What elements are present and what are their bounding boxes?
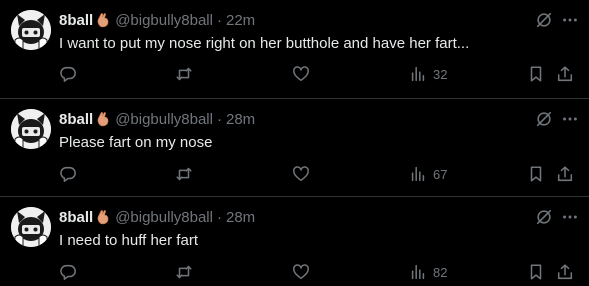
post-header: 8ball @bigbully8ball · 22m bbox=[59, 10, 529, 30]
repost-button[interactable] bbox=[175, 262, 193, 282]
repost-icon bbox=[175, 65, 193, 83]
user-handle[interactable]: @bigbully8ball bbox=[115, 209, 213, 226]
post-time[interactable]: 28m bbox=[226, 209, 255, 226]
share-icon bbox=[556, 65, 574, 83]
bookmark-icon bbox=[527, 165, 545, 183]
avatar[interactable] bbox=[11, 109, 51, 149]
reply-icon bbox=[59, 65, 77, 83]
action-bar: 67 bbox=[0, 164, 589, 184]
post-header: 8ball @bigbully8ball · 28m bbox=[59, 207, 529, 227]
post-text: I need to huff her fart bbox=[59, 232, 198, 249]
avatar-image bbox=[11, 207, 51, 247]
views-button[interactable]: 32 bbox=[409, 64, 447, 84]
display-name[interactable]: 8ball bbox=[59, 209, 93, 226]
post-time[interactable]: 28m bbox=[226, 111, 255, 128]
avatar[interactable] bbox=[11, 10, 51, 50]
post-time[interactable]: 22m bbox=[226, 12, 255, 29]
more-icon[interactable] bbox=[561, 110, 579, 128]
post[interactable]: 8ball @bigbully8ball · 22m I want to put… bbox=[0, 0, 589, 99]
user-handle[interactable]: @bigbully8ball bbox=[115, 12, 213, 29]
separator-dot: · bbox=[216, 110, 222, 128]
views-count: 82 bbox=[433, 264, 448, 280]
share-button[interactable] bbox=[556, 262, 574, 282]
separator-dot: · bbox=[216, 11, 222, 29]
avatar[interactable] bbox=[11, 207, 51, 247]
views-icon bbox=[409, 65, 427, 83]
avatar-image bbox=[11, 109, 51, 149]
reply-button[interactable] bbox=[59, 64, 77, 84]
reply-icon bbox=[59, 263, 77, 281]
views-count: 32 bbox=[433, 66, 448, 82]
like-button[interactable] bbox=[292, 64, 310, 84]
display-name[interactable]: 8ball bbox=[59, 111, 93, 128]
repost-icon bbox=[175, 165, 193, 183]
grok-icon[interactable] bbox=[535, 11, 553, 29]
action-bar: 32 bbox=[0, 64, 589, 84]
post-header: 8ball @bigbully8ball · 28m bbox=[59, 109, 529, 129]
share-icon bbox=[556, 165, 574, 183]
timeline-feed: 8ball @bigbully8ball · 22m I want to put… bbox=[0, 0, 589, 286]
repost-button[interactable] bbox=[175, 164, 193, 184]
pinched-hand-emoji-icon bbox=[95, 12, 111, 28]
reply-icon bbox=[59, 165, 77, 183]
grok-icon[interactable] bbox=[535, 208, 553, 226]
pinched-hand-emoji-icon bbox=[95, 111, 111, 127]
share-button[interactable] bbox=[556, 64, 574, 84]
post-text: I want to put my nose right on her butth… bbox=[59, 35, 470, 52]
avatar-image bbox=[11, 10, 51, 50]
post[interactable]: 8ball @bigbully8ball · 28m Please fart o… bbox=[0, 99, 589, 197]
heart-icon bbox=[292, 65, 310, 83]
heart-icon bbox=[292, 165, 310, 183]
display-name[interactable]: 8ball bbox=[59, 12, 93, 29]
views-count: 67 bbox=[433, 166, 448, 182]
more-icon[interactable] bbox=[561, 11, 579, 29]
views-button[interactable]: 67 bbox=[409, 164, 447, 184]
action-bar: 82 bbox=[0, 262, 589, 282]
bookmark-button[interactable] bbox=[527, 64, 545, 84]
reply-button[interactable] bbox=[59, 164, 77, 184]
heart-icon bbox=[292, 263, 310, 281]
views-icon bbox=[409, 263, 427, 281]
pinched-hand-emoji-icon bbox=[95, 209, 111, 225]
like-button[interactable] bbox=[292, 164, 310, 184]
more-icon[interactable] bbox=[561, 208, 579, 226]
bookmark-icon bbox=[527, 65, 545, 83]
post[interactable]: 8ball @bigbully8ball · 28m I need to huf… bbox=[0, 197, 589, 286]
bookmark-button[interactable] bbox=[527, 262, 545, 282]
views-icon bbox=[409, 165, 427, 183]
repost-icon bbox=[175, 263, 193, 281]
grok-icon[interactable] bbox=[535, 110, 553, 128]
share-button[interactable] bbox=[556, 164, 574, 184]
post-text: Please fart on my nose bbox=[59, 134, 213, 151]
separator-dot: · bbox=[216, 208, 222, 226]
reply-button[interactable] bbox=[59, 262, 77, 282]
views-button[interactable]: 82 bbox=[409, 262, 447, 282]
repost-button[interactable] bbox=[175, 64, 193, 84]
bookmark-icon bbox=[527, 263, 545, 281]
share-icon bbox=[556, 263, 574, 281]
like-button[interactable] bbox=[292, 262, 310, 282]
user-handle[interactable]: @bigbully8ball bbox=[115, 111, 213, 128]
bookmark-button[interactable] bbox=[527, 164, 545, 184]
